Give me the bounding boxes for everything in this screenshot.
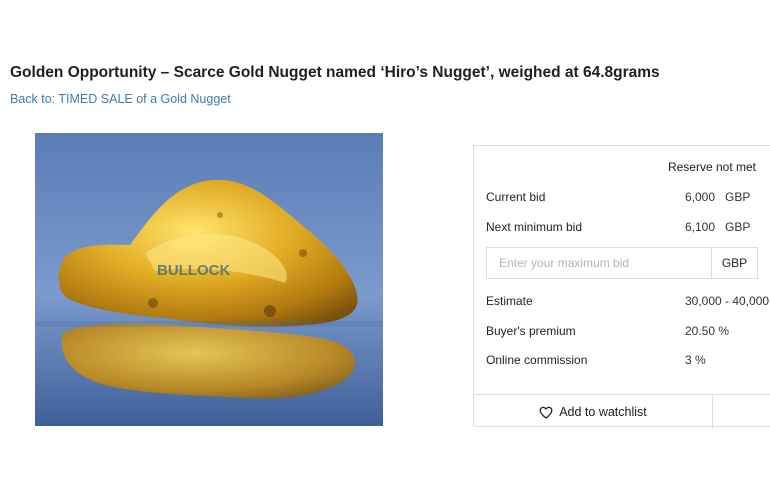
estimate-label: Estimate	[486, 294, 533, 308]
lot-title: Golden Opportunity – Scarce Gold Nugget …	[10, 64, 660, 81]
watchlist-label: Add to watchlist	[559, 405, 647, 419]
next-min-bid-row: Next minimum bid 6,100 GBP	[486, 220, 770, 236]
buyers-premium-label: Buyer's premium	[486, 324, 576, 338]
max-bid-input[interactable]	[487, 248, 711, 278]
lot-image[interactable]: BULLOCK	[35, 133, 383, 426]
next-min-bid-label: Next minimum bid	[486, 220, 583, 234]
current-bid-value: 6,000	[685, 190, 716, 204]
buyers-premium-row: Buyer's premium 20.50 %	[486, 324, 770, 340]
estimate-row: Estimate 30,000 - 40,000	[486, 294, 770, 310]
add-to-watchlist-button[interactable]: Add to watchlist	[474, 395, 713, 429]
online-commission-row: Online commission 3 %	[486, 353, 770, 369]
buyers-premium-value: 20.50 %	[685, 324, 730, 338]
gold-nugget-photo: BULLOCK	[35, 133, 383, 426]
next-min-bid-currency: GBP	[725, 220, 751, 234]
heart-outline-icon	[539, 406, 553, 419]
current-bid-currency: GBP	[725, 190, 751, 204]
max-bid-field: GBP	[486, 247, 758, 279]
back-to-sale-link[interactable]: Back to: TIMED SALE of a Gold Nugget	[10, 92, 231, 106]
online-commission-label: Online commission	[486, 353, 588, 367]
panel-footer: Add to watchlist	[474, 394, 770, 429]
estimate-value: 30,000 - 40,000	[685, 294, 770, 308]
max-bid-currency: GBP	[711, 248, 757, 278]
online-commission-value: 3 %	[685, 353, 706, 367]
current-bid-row: Current bid 6,000 GBP	[486, 190, 770, 206]
bidding-panel: Reserve not met Current bid 6,000 GBP Ne…	[473, 145, 770, 429]
current-bid-label: Current bid	[486, 190, 546, 204]
watermark-text: BULLOCK	[157, 262, 230, 279]
reserve-status: Reserve not met	[667, 160, 756, 174]
next-min-bid-value: 6,100	[685, 220, 716, 234]
